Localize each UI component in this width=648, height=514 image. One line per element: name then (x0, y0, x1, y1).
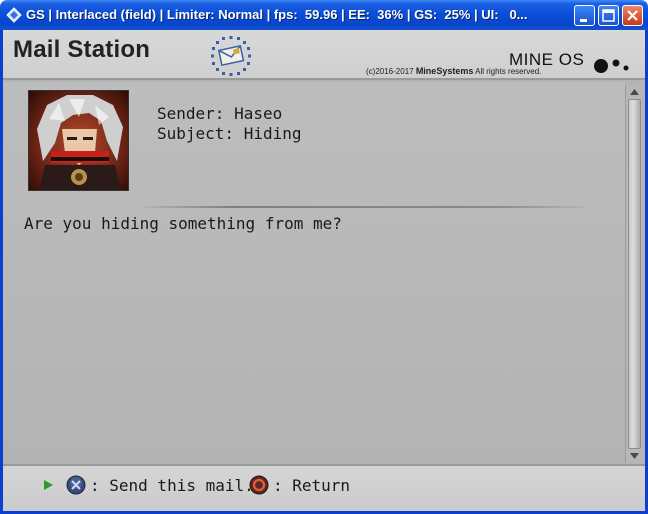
cross-button-icon[interactable] (66, 475, 86, 495)
mail-meta: Sender: Haseo Subject: Hiding (157, 104, 302, 144)
mail-scrollbar[interactable] (625, 85, 642, 463)
emulator-diamond-icon (6, 7, 22, 23)
mail-content-area[interactable]: Sender: Haseo Subject: Hiding Are you hid… (3, 82, 625, 462)
sender-line: Sender: Haseo (157, 104, 283, 123)
minimize-icon (580, 19, 587, 22)
mail-station-logo-icon (211, 36, 251, 76)
game-viewport[interactable]: Mail Station MINE OS (c)2016-2017 MineSy… (3, 30, 645, 511)
mail-body: Are you hiding something from me? (24, 214, 342, 233)
minimize-button[interactable] (574, 5, 595, 26)
scroll-thumb[interactable] (628, 99, 641, 449)
company-name: MineSystems (415, 66, 474, 76)
maximize-icon (602, 9, 615, 22)
maximize-button[interactable] (598, 5, 619, 26)
play-arrow-icon (44, 480, 53, 490)
window-titlebar[interactable]: GS | Interlaced (field) | Limiter: Norma… (0, 0, 648, 30)
scroll-up-arrow-icon[interactable] (626, 85, 643, 99)
send-mail-label: : Send this mail. (90, 476, 254, 495)
sender-portrait-image (29, 91, 128, 190)
subject-line: Subject: Hiding (157, 124, 302, 143)
copyright-text: (c)2016-2017 MineSystems All rights rese… (366, 66, 542, 76)
close-button[interactable] (622, 5, 643, 26)
window-frame: Mail Station MINE OS (c)2016-2017 MineSy… (0, 30, 648, 514)
mine-os-dots-logo-icon (594, 59, 629, 73)
circle-button-icon[interactable] (249, 475, 269, 495)
window-title: GS | Interlaced (field) | Limiter: Norma… (26, 7, 528, 22)
close-icon (627, 10, 638, 21)
controls-footer: : Send this mail. : Return (3, 464, 645, 511)
mail-station-header: Mail Station MINE OS (c)2016-2017 MineSy… (3, 30, 645, 80)
sender-avatar (28, 90, 129, 191)
scroll-down-arrow-icon[interactable] (626, 449, 643, 463)
header-divider (143, 206, 583, 208)
app-title: Mail Station (13, 36, 151, 63)
return-label: : Return (273, 476, 351, 495)
